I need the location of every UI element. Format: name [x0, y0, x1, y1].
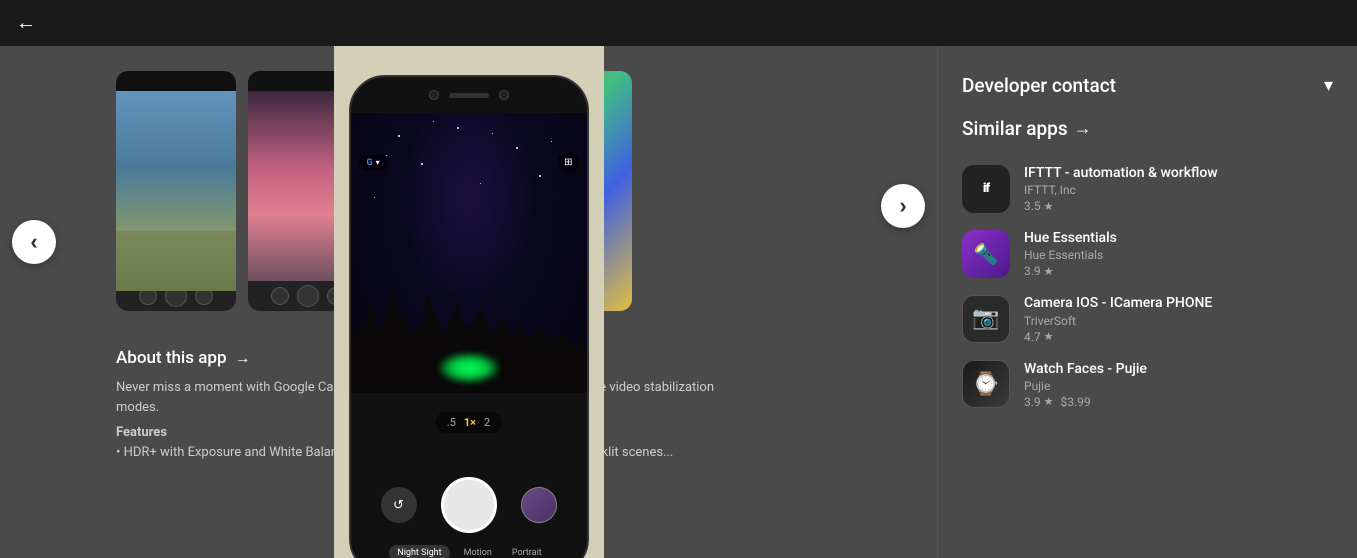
app-icon-watch-faces: ⌚	[962, 360, 1010, 408]
screenshot-image-1	[116, 71, 236, 311]
hue-torch-icon: 🔦	[974, 242, 999, 266]
right-panel: Developer contact ▾ Similar apps → if IF…	[937, 46, 1357, 558]
app-rating-watch-faces: 3.9 ★ $3.99	[1024, 395, 1333, 409]
night-sight-tab[interactable]: Night Sight	[389, 545, 449, 558]
star-icon-ifttt: ★	[1044, 200, 1054, 213]
app-name-watch-faces: Watch Faces - Pujie	[1024, 360, 1333, 378]
app-info-ifttt: IFTTT - automation & workflow IFTTT, Inc…	[1024, 164, 1333, 213]
star-icon-watch-faces: ★	[1044, 395, 1054, 408]
main-content: ‹	[0, 46, 1357, 558]
app-name-hue: Hue Essentials	[1024, 229, 1333, 247]
back-button[interactable]: ←	[16, 12, 36, 35]
app-developer-ifttt: IFTTT, Inc	[1024, 183, 1333, 197]
developer-contact-header[interactable]: Developer contact ▾	[962, 62, 1333, 117]
motion-tab[interactable]: Motion	[458, 545, 498, 558]
zoom-controls: .5 1× 2	[435, 412, 502, 433]
zoom-half-btn[interactable]: .5	[447, 416, 456, 429]
similar-apps-arrow-icon: →	[1074, 118, 1092, 139]
mode-tabs: Night Sight Motion Portrait	[351, 545, 587, 558]
camera-icon: 📷	[972, 306, 999, 331]
watch-icon: ⌚	[972, 372, 999, 397]
app-info-camera-ios: Camera IOS - ICamera PHONE TriverSoft 4.…	[1024, 294, 1333, 343]
green-glow-light	[439, 353, 499, 383]
about-title-text: About this app	[116, 348, 227, 368]
app-info-watch-faces: Watch Faces - Pujie Pujie 3.9 ★ $3.99	[1024, 360, 1333, 409]
timer-button[interactable]: ↺	[381, 487, 417, 523]
timer-icon: ↺	[393, 498, 404, 513]
shutter-area: ↺	[351, 477, 587, 533]
top-bar: ←	[0, 0, 1357, 46]
app-item-ifttt[interactable]: if IFTTT - automation & workflow IFTTT, …	[962, 156, 1333, 221]
app-rating-hue: 3.9 ★	[1024, 264, 1333, 278]
front-camera	[429, 90, 439, 100]
shutter-button[interactable]	[441, 477, 497, 533]
chevron-left-icon: ‹	[30, 229, 37, 255]
phone-device: G ▾ ⊞ .5 1× 2	[349, 75, 589, 558]
grid-icon: ⊞	[564, 157, 572, 168]
next-screenshot-button[interactable]: ›	[881, 184, 925, 228]
developer-contact-title: Developer contact	[962, 74, 1116, 97]
app-icon-hue: 🔦	[962, 230, 1010, 278]
chevron-right-icon: ›	[899, 193, 906, 219]
dropdown-icon: ▾	[376, 158, 380, 167]
camera-left-controls: G ▾	[359, 155, 388, 171]
left-panel: ‹	[0, 46, 937, 558]
back-icon: ←	[16, 12, 36, 35]
camera-top-icons: G ▾ ⊞	[359, 153, 579, 172]
developer-contact-chevron-icon: ▾	[1324, 75, 1333, 96]
app-name-camera-ios: Camera IOS - ICamera PHONE	[1024, 294, 1333, 312]
portrait-tab[interactable]: Portrait	[506, 545, 548, 558]
prev-screenshot-button[interactable]: ‹	[12, 220, 56, 264]
front-sensor	[499, 90, 509, 100]
app-rating-camera-ios: 4.7 ★	[1024, 330, 1333, 344]
app-icon-camera-ios: 📷	[962, 295, 1010, 343]
app-rating-ifttt: 3.5 ★	[1024, 199, 1333, 213]
similar-apps-list: if IFTTT - automation & workflow IFTTT, …	[962, 156, 1333, 417]
phone-screen: G ▾ ⊞ .5 1× 2	[351, 113, 587, 558]
app-price-watch-faces: $3.99	[1061, 395, 1091, 409]
similar-apps-title: Similar apps	[962, 117, 1068, 140]
app-name-ifttt: IFTTT - automation & workflow	[1024, 164, 1333, 182]
app-item-camera-ios[interactable]: 📷 Camera IOS - ICamera PHONE TriverSoft …	[962, 286, 1333, 351]
app-icon-ifttt: if	[962, 165, 1010, 213]
google-icon-pill: G ▾	[359, 155, 388, 171]
camera-mode-icon: ⊞	[558, 153, 578, 172]
ifttt-logo-text: if	[983, 181, 989, 196]
app-info-hue: Hue Essentials Hue Essentials 3.9 ★	[1024, 229, 1333, 278]
phone-overlay: G ▾ ⊞ .5 1× 2	[334, 46, 604, 558]
app-item-hue[interactable]: 🔦 Hue Essentials Hue Essentials 3.9 ★	[962, 221, 1333, 286]
similar-apps-header[interactable]: Similar apps →	[962, 117, 1333, 140]
star-icon-hue: ★	[1044, 265, 1054, 278]
app-developer-hue: Hue Essentials	[1024, 248, 1333, 262]
about-arrow-icon: →	[235, 348, 251, 368]
zoom-2x-btn[interactable]: 2	[484, 416, 490, 429]
star-icon-camera-ios: ★	[1044, 330, 1054, 343]
app-developer-watch-faces: Pujie	[1024, 379, 1333, 393]
screenshot-thumb-1[interactable]	[116, 71, 236, 311]
phone-top-bar	[351, 77, 587, 113]
gallery-button[interactable]	[521, 487, 557, 523]
zoom-1x-btn[interactable]: 1×	[464, 416, 476, 429]
app-item-watch-faces[interactable]: ⌚ Watch Faces - Pujie Pujie 3.9 ★ $3.99	[962, 352, 1333, 417]
app-developer-camera-ios: TriverSoft	[1024, 314, 1333, 328]
google-g-icon: G	[367, 158, 373, 168]
